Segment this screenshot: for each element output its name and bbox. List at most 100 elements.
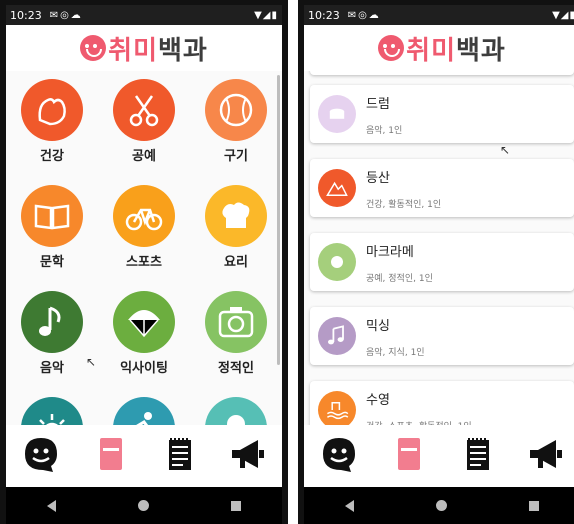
logo-text-secondary: 백과: [158, 35, 208, 66]
person-icon: [205, 397, 267, 425]
category-tile[interactable]: [198, 389, 274, 425]
smiley-icon: [21, 434, 61, 478]
megaphone-icon: [526, 434, 566, 478]
tab-notice[interactable]: [226, 434, 270, 478]
app-bar: 취미백과: [304, 25, 574, 71]
nav-back-icon[interactable]: [47, 499, 56, 512]
category-label: 구기: [224, 149, 248, 164]
tab-notice[interactable]: [524, 434, 568, 478]
muscle-icon: [21, 79, 83, 141]
category-tile[interactable]: [106, 389, 182, 425]
tab-book[interactable]: [88, 434, 132, 478]
category-tile[interactable]: 구기: [198, 71, 274, 179]
category-tile[interactable]: 건강: [14, 71, 90, 179]
status-time: 10:23: [10, 8, 42, 22]
list-item[interactable]: 수영건강, 스포츠, 활동적인, 1인: [310, 381, 574, 425]
book-tab-icon: [90, 434, 130, 478]
category-label: 공예: [132, 149, 156, 164]
camera-icon: [205, 291, 267, 353]
logo-text-primary: 취미: [406, 35, 456, 66]
tab-home[interactable]: [19, 434, 63, 478]
sun-icon: [21, 397, 83, 425]
notification-icons: ✉◎☁: [347, 9, 381, 21]
macrame-icon: [318, 243, 356, 281]
system-nav-bar: [304, 487, 574, 524]
list-item[interactable]: 드럼음악, 1인: [310, 85, 574, 143]
list-item-tags: 공예, 정적인, 1인: [366, 274, 433, 284]
category-label: 건강: [40, 149, 64, 164]
drum-icon: [318, 95, 356, 133]
tab-notes[interactable]: [157, 434, 201, 478]
category-label: 요리: [224, 255, 248, 270]
logo-text-primary: 취미: [108, 35, 158, 66]
runner-icon: [113, 397, 175, 425]
nav-home-icon[interactable]: [436, 500, 447, 511]
category-label: 스포츠: [126, 255, 162, 270]
app-bar: 취미백과: [6, 25, 282, 71]
main-screen: 취미백과 건강 공예 구기문학 스포츠 요리음악 익사이팅 정적인 ↖: [6, 25, 282, 425]
logo-text-secondary: 백과: [456, 35, 506, 66]
parachute-icon: [113, 291, 175, 353]
tab-home[interactable]: [317, 434, 361, 478]
list-item-title: 드럼: [366, 97, 390, 112]
category-tile[interactable]: 음악: [14, 283, 90, 391]
app-logo: 취미백과: [378, 30, 506, 67]
category-tile[interactable]: 문학: [14, 177, 90, 285]
baseball-icon: [205, 79, 267, 141]
scissors-icon: [113, 79, 175, 141]
scrollbar[interactable]: [277, 75, 280, 365]
mouse-cursor-icon: ↖: [86, 355, 97, 369]
category-tile[interactable]: 익사이팅: [106, 283, 182, 391]
category-label: 익사이팅: [120, 361, 168, 376]
hobby-list: 드럼 음악, 1인 등산 건강, 활동적인, 1인 마크라메 공예, 정적인, 1인 믹싱 음…: [304, 71, 574, 425]
chef-hat-icon: [205, 185, 267, 247]
book-icon: [21, 185, 83, 247]
nav-home-icon[interactable]: [138, 500, 149, 511]
category-label: 음악: [40, 361, 64, 376]
list-item[interactable]: 마크라메 공예, 정적인, 1인: [310, 233, 574, 291]
smiley-icon: [319, 434, 359, 478]
list-item[interactable]: 등산건강, 활동적인, 1인: [310, 159, 574, 217]
nav-recent-icon[interactable]: [529, 500, 539, 511]
category-tile[interactable]: 공예: [106, 71, 182, 179]
system-icons: ▼◢▮: [552, 9, 574, 21]
logo-face-icon: [378, 35, 405, 61]
phone-screen-list: 10:23 ✉◎☁ ▼◢▮ 취미백과 드럼음악, 1인등산건강, 활동적인, 1…: [298, 0, 574, 524]
mountain-icon: [318, 169, 356, 207]
main-screen: 취미백과 드럼음악, 1인등산건강, 활동적인, 1인마크라메 공예, 정적인, …: [304, 25, 574, 425]
list-item-partial[interactable]: [310, 71, 574, 75]
category-tile[interactable]: 스포츠: [106, 177, 182, 285]
mouse-cursor-icon: ↖: [500, 143, 511, 157]
system-nav-bar: [6, 487, 282, 524]
notepad-icon: [457, 434, 497, 478]
category-label: 문학: [40, 255, 64, 270]
list-item-tags: 음악, 지식, 1인: [366, 348, 425, 358]
bottom-tab-bar: [6, 425, 282, 487]
category-tile[interactable]: [14, 389, 90, 425]
bottom-tab-bar: [304, 425, 574, 487]
book-tab-icon: [388, 434, 428, 478]
list-item-tags: 건강, 활동적인, 1인: [366, 200, 442, 210]
list-item-title: 등산: [366, 171, 390, 186]
logo-face-icon: [80, 35, 107, 61]
tab-book[interactable]: [386, 434, 430, 478]
category-grid: 건강 공예 구기문학 스포츠 요리음악 익사이팅 정적인: [6, 71, 282, 425]
music-note-icon: [21, 291, 83, 353]
list-item-tags: 음악, 1인: [366, 126, 403, 136]
app-logo: 취미백과: [80, 30, 208, 67]
notification-icons: ✉◎☁: [49, 9, 83, 21]
list-item-title: 수영: [366, 393, 390, 408]
system-icons: ▼◢▮: [254, 9, 278, 21]
list-item[interactable]: 믹싱음악, 지식, 1인: [310, 307, 574, 365]
nav-recent-icon[interactable]: [231, 500, 241, 511]
status-bar: 10:23 ✉◎☁ ▼◢▮: [304, 5, 574, 25]
category-tile[interactable]: 요리: [198, 177, 274, 285]
category-label: 정적인: [218, 361, 254, 376]
notepad-icon: [159, 434, 199, 478]
status-bar: 10:23 ✉◎☁ ▼◢▮: [6, 5, 282, 25]
category-tile[interactable]: 정적인: [198, 283, 274, 391]
list-item-title: 믹싱: [366, 319, 390, 334]
tab-notes[interactable]: [455, 434, 499, 478]
nav-back-icon[interactable]: [345, 499, 354, 512]
bicycle-icon: [113, 185, 175, 247]
